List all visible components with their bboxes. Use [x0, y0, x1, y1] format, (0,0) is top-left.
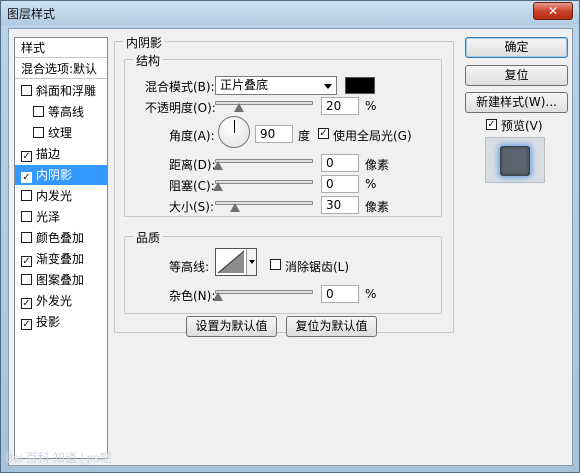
quality-title: 品质: [133, 229, 164, 246]
structure-group: 结构 混合模式(B): 正片叠底 不透明度(O): 20 % 角度(A): 90…: [124, 52, 442, 217]
noise-input[interactable]: 0: [321, 285, 359, 303]
style-list-item-pattern-overlay[interactable]: 图案叠加: [15, 270, 107, 290]
style-list-item-blending-options[interactable]: 混合选项:默认: [15, 59, 107, 79]
opacity-unit: %: [365, 99, 377, 113]
choke-unit: %: [365, 177, 377, 191]
choke-input[interactable]: 0: [321, 175, 359, 193]
global-light-label[interactable]: 使用全局光(G): [333, 127, 412, 144]
noise-label: 杂色(N):: [169, 289, 216, 303]
preview-swatch: [500, 146, 530, 176]
reset-button[interactable]: 复位: [465, 65, 568, 86]
angle-label: 角度(A):: [169, 129, 215, 143]
style-list-item-outer-glow[interactable]: 外发光: [15, 291, 107, 311]
opacity-label: 不透明度(O):: [145, 101, 216, 115]
size-slider-thumb[interactable]: [230, 203, 240, 213]
title-bar[interactable]: 图层样式 ✕: [1, 1, 579, 25]
contour-dropdown-arrow[interactable]: [246, 249, 256, 275]
distance-unit: 像素: [365, 158, 390, 172]
opacity-input[interactable]: 20: [321, 97, 359, 115]
structure-title: 结构: [133, 52, 164, 69]
size-input[interactable]: 30: [321, 196, 359, 214]
dialog-client: 样式 混合选项:默认 斜面和浮雕 等高线 纹理 描边 内阴影 内发光 光泽 颜色…: [8, 28, 573, 466]
inner-shadow-title: 内阴影: [123, 34, 166, 51]
color-overlay-checkbox[interactable]: [21, 232, 32, 243]
preview-checkbox[interactable]: [486, 119, 497, 130]
inner-shadow-checkbox[interactable]: [21, 172, 32, 183]
noise-unit: %: [365, 287, 377, 301]
style-list: 样式 混合选项:默认 斜面和浮雕 等高线 纹理 描边 内阴影 内发光 光泽 颜色…: [14, 37, 108, 459]
satin-checkbox[interactable]: [21, 211, 32, 222]
opacity-slider-thumb[interactable]: [234, 103, 244, 113]
reset-to-default-button[interactable]: 复位为默认值: [286, 316, 377, 337]
opacity-slider[interactable]: [215, 101, 313, 105]
window-title: 图层样式: [7, 7, 56, 21]
style-list-item-bevel-emboss[interactable]: 斜面和浮雕: [15, 81, 107, 101]
close-button[interactable]: ✕: [533, 2, 573, 20]
distance-label: 距离(D):: [169, 158, 216, 172]
contour-checkbox[interactable]: [33, 106, 44, 117]
choke-label: 阻塞(C):: [169, 179, 215, 193]
outer-glow-checkbox[interactable]: [21, 298, 32, 309]
noise-slider[interactable]: [215, 290, 313, 294]
angle-dial-hand: [234, 120, 235, 133]
size-unit: 像素: [365, 200, 390, 214]
inner-glow-checkbox[interactable]: [21, 190, 32, 201]
layer-style-dialog: 图层样式 ✕ 样式 混合选项:默认 斜面和浮雕 等高线 纹理 描边 内阴影 内发…: [0, 0, 580, 473]
pattern-overlay-checkbox[interactable]: [21, 274, 32, 285]
blend-mode-value: 正片叠底: [220, 78, 269, 92]
style-list-item-inner-shadow[interactable]: 内阴影: [15, 165, 107, 185]
style-list-item-contour[interactable]: 等高线: [15, 102, 107, 122]
style-list-item-texture[interactable]: 纹理: [15, 123, 107, 143]
style-preview-thumbnail: [485, 137, 545, 183]
blend-mode-select[interactable]: 正片叠底: [215, 76, 337, 95]
distance-slider[interactable]: [215, 159, 313, 163]
preview-label[interactable]: 预览(V): [501, 117, 543, 134]
global-light-checkbox[interactable]: [318, 128, 329, 139]
blend-mode-label: 混合模式(B):: [145, 80, 215, 94]
make-default-button[interactable]: 设置为默认值: [186, 316, 277, 337]
noise-slider-thumb[interactable]: [213, 292, 223, 302]
choke-slider-thumb[interactable]: [213, 182, 223, 192]
style-list-item-styles[interactable]: 样式: [15, 38, 107, 58]
choke-slider[interactable]: [215, 180, 313, 184]
texture-checkbox[interactable]: [33, 127, 44, 138]
bevel-emboss-checkbox[interactable]: [21, 85, 32, 96]
shadow-color-swatch[interactable]: [345, 77, 375, 94]
gradient-overlay-checkbox[interactable]: [21, 256, 32, 267]
new-style-button[interactable]: 新建样式(W)...: [465, 92, 568, 113]
stroke-checkbox[interactable]: [21, 151, 32, 162]
drop-shadow-checkbox[interactable]: [21, 319, 32, 330]
contour-label: 等高线:: [169, 260, 210, 274]
watermark-logo: Bai 百科 知道 | ps吧: [5, 451, 112, 465]
size-label: 大小(S):: [169, 200, 215, 214]
contour-picker[interactable]: [215, 248, 257, 276]
antialias-checkbox[interactable]: [270, 259, 281, 270]
style-list-item-color-overlay[interactable]: 颜色叠加: [15, 228, 107, 248]
angle-input[interactable]: 90: [255, 125, 293, 143]
contour-curve-icon: [217, 250, 245, 274]
style-list-item-gradient-overlay[interactable]: 渐变叠加: [15, 249, 107, 269]
distance-input[interactable]: 0: [321, 154, 359, 172]
angle-dial[interactable]: [218, 116, 250, 148]
chevron-down-icon: [324, 84, 332, 89]
style-list-item-stroke[interactable]: 描边: [15, 144, 107, 164]
ok-button[interactable]: 确定: [465, 37, 568, 58]
style-list-item-satin[interactable]: 光泽: [15, 207, 107, 227]
antialias-label[interactable]: 消除锯齿(L): [285, 258, 349, 275]
quality-group: 品质 等高线: 消除锯齿(L) 杂色(N): 0 %: [124, 229, 442, 314]
style-list-item-drop-shadow[interactable]: 投影: [15, 312, 107, 332]
distance-slider-thumb[interactable]: [213, 161, 223, 171]
style-list-item-inner-glow[interactable]: 内发光: [15, 186, 107, 206]
angle-unit: 度: [298, 129, 311, 143]
